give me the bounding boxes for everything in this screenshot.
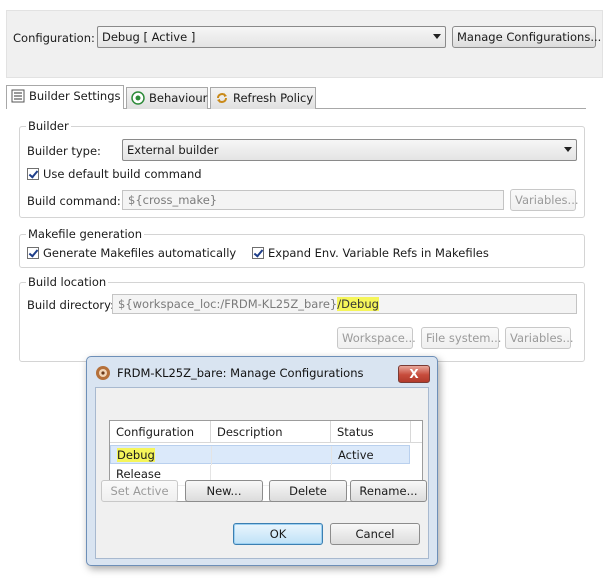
list-icon — [11, 89, 25, 103]
dialog-close-button[interactable]: X — [398, 365, 430, 383]
build-directory-label: Build directory: — [27, 298, 115, 312]
tab-refresh-policy-label: Refresh Policy — [233, 91, 314, 105]
expand-env-checkbox[interactable] — [252, 247, 264, 259]
makefile-group-title: Makefile generation — [26, 227, 145, 241]
row-status-cell: Active — [338, 448, 374, 462]
dialog-title-bar[interactable]: FRDM-KL25Z_bare: Manage Configurations X — [87, 357, 437, 387]
configuration-select[interactable]: Debug [ Active ] — [97, 26, 446, 48]
generate-makefiles-label: Generate Makefiles automatically — [43, 246, 237, 260]
refresh-icon — [215, 91, 229, 105]
workspace-button[interactable]: Workspace... — [337, 327, 416, 349]
dialog-title: FRDM-KL25Z_bare: Manage Configurations — [117, 366, 364, 380]
app-logo-icon — [95, 365, 111, 381]
tab-behaviour-label: Behaviour — [149, 91, 208, 105]
rename-configuration-button[interactable]: Rename... — [350, 480, 427, 502]
builder-type-select[interactable]: External builder — [122, 139, 577, 161]
build-location-group-title: Build location — [26, 275, 109, 289]
set-active-button[interactable]: Set Active — [101, 480, 178, 502]
builder-type-value: External builder — [127, 143, 219, 157]
dialog-body: Configuration Description Status Debug A… — [95, 387, 429, 559]
use-default-label: Use default build command — [43, 167, 202, 181]
expand-env-label: Expand Env. Variable Refs in Makefiles — [268, 246, 489, 260]
row-configuration-name: Debug — [117, 448, 155, 462]
generate-makefiles-checkbox[interactable] — [27, 247, 39, 259]
radio-icon — [131, 91, 145, 105]
column-header-status[interactable]: Status — [331, 421, 411, 443]
configuration-select-value: Debug [ Active ] — [102, 30, 196, 44]
row-configuration-cell: Debug — [111, 446, 212, 465]
build-directory-field[interactable]: ${workspace_loc:/FRDM-KL25Z_bare}/Debug — [112, 294, 577, 314]
ok-button[interactable]: OK — [233, 523, 323, 545]
file-system-button[interactable]: File system... — [421, 327, 501, 349]
chevron-down-icon — [433, 34, 441, 39]
builder-type-label: Builder type: — [27, 144, 101, 158]
builder-group-title: Builder — [26, 119, 71, 133]
tab-builder-settings[interactable]: Builder Settings — [6, 85, 124, 109]
build-directory-prefix: ${workspace_loc:/FRDM-KL25Z_bare} — [118, 297, 338, 311]
tab-refresh-policy[interactable]: Refresh Policy — [210, 87, 316, 109]
cancel-button[interactable]: Cancel — [330, 523, 420, 545]
build-command-field[interactable]: ${cross_make} — [122, 190, 504, 210]
use-default-checkbox[interactable] — [27, 168, 39, 180]
new-configuration-button[interactable]: New... — [185, 480, 263, 502]
delete-configuration-button[interactable]: Delete — [269, 480, 347, 502]
column-header-filler — [411, 421, 422, 443]
row-description-cell — [212, 446, 332, 465]
manage-configurations-dialog: FRDM-KL25Z_bare: Manage Configurations X… — [86, 356, 438, 566]
tab-behaviour[interactable]: Behaviour — [126, 87, 208, 109]
build-directory-suffix: /Debug — [337, 297, 379, 311]
build-command-label: Build command: — [27, 194, 121, 208]
table-row[interactable]: Debug Active — [110, 445, 410, 465]
close-icon: X — [409, 367, 419, 381]
column-header-description[interactable]: Description — [211, 421, 331, 443]
manage-configurations-button[interactable]: Manage Configurations... — [452, 26, 601, 48]
configuration-label: Configuration: — [13, 31, 95, 45]
tab-builder-settings-label: Builder Settings — [29, 89, 121, 103]
chevron-down-icon — [564, 147, 572, 152]
location-variables-button[interactable]: Variables... — [505, 327, 574, 349]
column-header-configuration[interactable]: Configuration — [110, 421, 211, 443]
builder-variables-button[interactable]: Variables... — [510, 189, 579, 211]
